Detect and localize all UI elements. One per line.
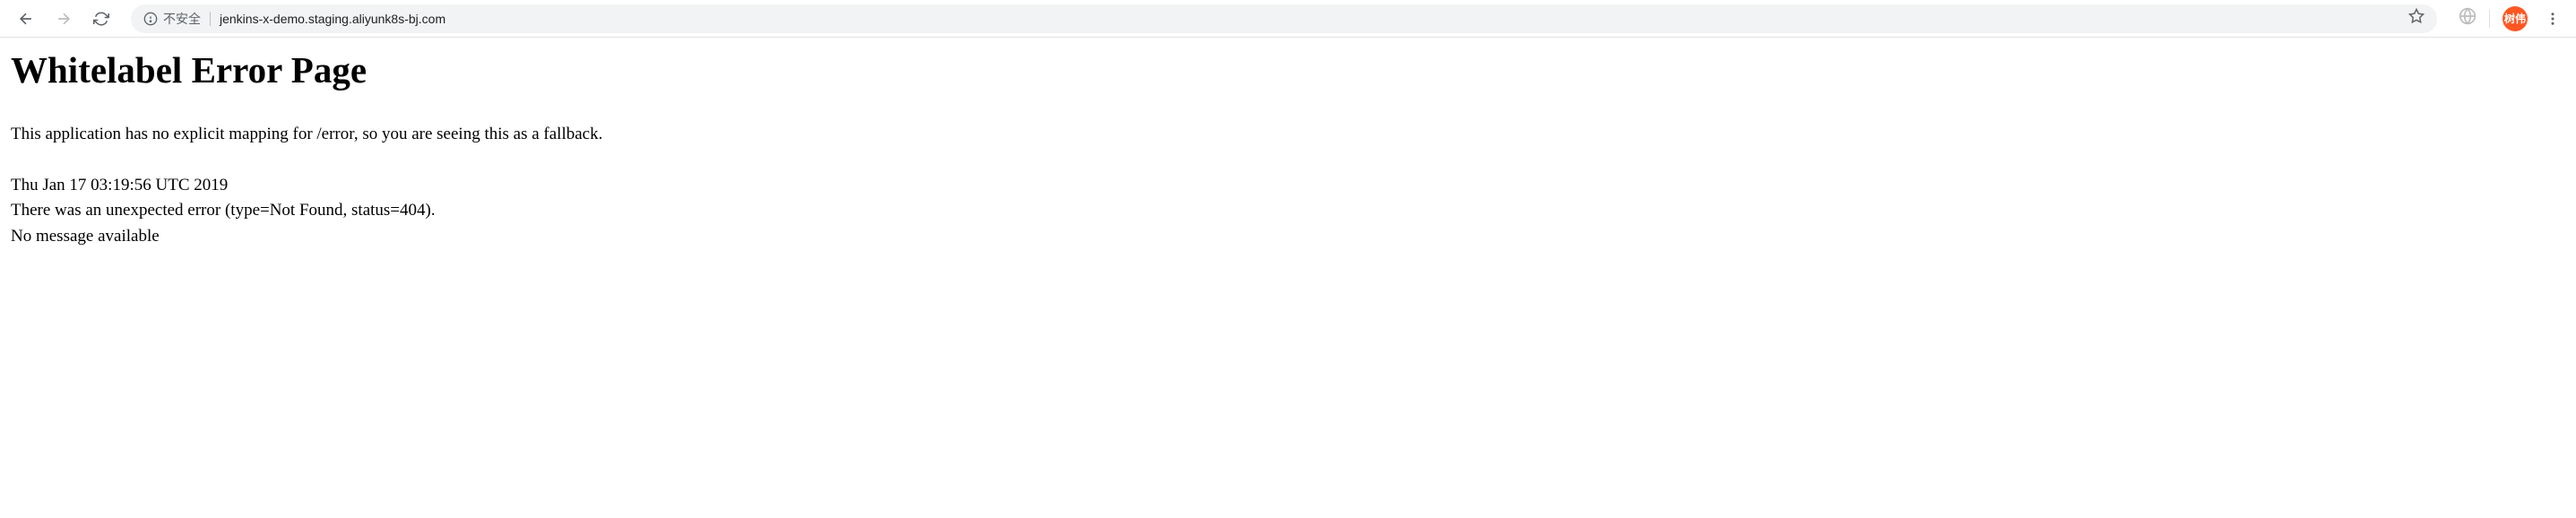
toolbar-right: 树伟 [2451, 6, 2565, 31]
reload-button[interactable] [86, 4, 117, 34]
avatar-initials: 树伟 [2504, 11, 2526, 26]
profile-avatar[interactable]: 树伟 [2503, 6, 2528, 31]
forward-button[interactable] [48, 4, 79, 34]
arrow-left-icon [17, 10, 35, 28]
globe-icon [2459, 7, 2477, 25]
arrow-right-icon [55, 10, 73, 28]
security-badge[interactable]: 不安全 [143, 10, 201, 28]
dots-vertical-icon [2545, 11, 2561, 27]
address-divider [210, 12, 211, 26]
security-label: 不安全 [163, 10, 201, 28]
error-page-title: Whitelabel Error Page [11, 48, 2565, 91]
page-content: Whitelabel Error Page This application h… [0, 38, 2576, 260]
bookmark-button[interactable] [2408, 8, 2425, 29]
error-fallback-message: This application has no explicit mapping… [11, 122, 2565, 148]
error-details: There was an unexpected error (type=Not … [11, 198, 2565, 224]
address-bar[interactable]: 不安全 jenkins-x-demo.staging.aliyunk8s-bj.… [131, 4, 2437, 33]
error-timestamp: Thu Jan 17 03:19:56 UTC 2019 [11, 173, 2565, 199]
extensions-button[interactable] [2459, 7, 2477, 30]
info-icon [143, 12, 158, 26]
toolbar-divider [2489, 10, 2490, 28]
star-icon [2408, 8, 2425, 24]
back-button[interactable] [11, 4, 41, 34]
menu-button[interactable] [2540, 6, 2565, 31]
browser-toolbar: 不安全 jenkins-x-demo.staging.aliyunk8s-bj.… [0, 0, 2576, 38]
error-message: No message available [11, 224, 2565, 250]
reload-icon [93, 11, 109, 27]
url-text: jenkins-x-demo.staging.aliyunk8s-bj.com [220, 12, 2399, 26]
